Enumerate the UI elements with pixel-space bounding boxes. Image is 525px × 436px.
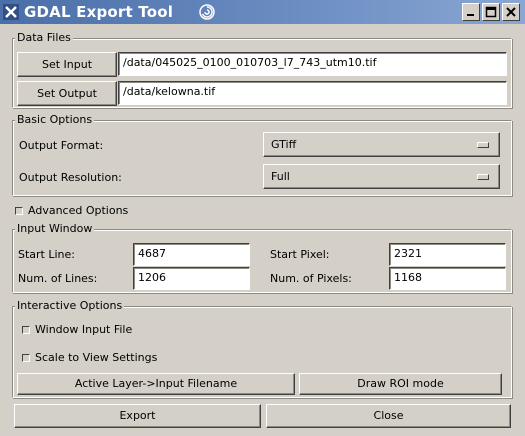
num-lines-label: Num. of Lines: — [18, 272, 98, 285]
export-label: Export — [119, 409, 156, 422]
data-files-title: Data Files — [15, 31, 73, 44]
draw-roi-label: Draw ROI mode — [357, 377, 444, 390]
num-lines-field[interactable]: 1206 — [133, 267, 250, 290]
maximize-button[interactable] — [482, 3, 500, 21]
option-menu-indicator-icon — [477, 174, 489, 180]
output-resolution-label: Output Resolution: — [19, 171, 122, 184]
minimize-icon — [467, 14, 474, 16]
x-window-icon[interactable] — [3, 4, 19, 20]
scale-to-view-label[interactable]: Scale to View Settings — [35, 351, 157, 364]
advanced-options-label[interactable]: Advanced Options — [28, 204, 128, 217]
window-title: GDAL Export Tool — [24, 3, 174, 21]
advanced-options-checkbox[interactable] — [15, 207, 23, 215]
active-layer-button[interactable]: Active Layer->Input Filename — [17, 373, 295, 395]
start-pixel-field[interactable]: 2321 — [389, 243, 506, 266]
output-format-label: Output Format: — [19, 139, 104, 152]
start-line-field[interactable]: 4687 — [133, 243, 250, 266]
close-icon — [506, 7, 516, 17]
option-menu-indicator-icon — [477, 142, 489, 148]
basic-options-title: Basic Options — [15, 113, 95, 126]
set-input-button[interactable]: Set Input — [17, 52, 117, 77]
output-format-value: GTiff — [271, 138, 297, 151]
swirl-icon — [199, 4, 215, 20]
input-file-field[interactable]: /data/045025_0100_010703_l7_743_utm10.ti… — [118, 52, 507, 76]
start-pixel-label: Start Pixel: — [270, 248, 330, 261]
close-label: Close — [373, 409, 404, 422]
window-input-file-checkbox[interactable] — [22, 326, 30, 334]
title-bar[interactable]: GDAL Export Tool — [0, 0, 525, 24]
export-button[interactable]: Export — [14, 404, 261, 428]
close-window-button[interactable] — [502, 3, 520, 21]
output-resolution-select[interactable]: Full — [263, 164, 500, 189]
set-output-label: Set Output — [37, 87, 97, 100]
maximize-icon — [485, 6, 497, 18]
minimize-button[interactable] — [462, 3, 480, 21]
scale-to-view-checkbox[interactable] — [22, 354, 30, 362]
close-button[interactable]: Close — [266, 404, 511, 428]
active-layer-label: Active Layer->Input Filename — [74, 377, 238, 390]
num-pixels-field[interactable]: 1168 — [389, 267, 506, 290]
set-output-button[interactable]: Set Output — [17, 81, 117, 106]
draw-roi-button[interactable]: Draw ROI mode — [299, 373, 502, 395]
interactive-options-title: Interactive Options — [15, 299, 125, 312]
window-input-file-label[interactable]: Window Input File — [35, 323, 132, 336]
output-resolution-value: Full — [271, 170, 290, 183]
output-format-select[interactable]: GTiff — [263, 132, 500, 157]
set-input-label: Set Input — [41, 58, 93, 71]
start-line-label: Start Line: — [18, 248, 75, 261]
num-pixels-label: Num. of Pixels: — [270, 272, 352, 285]
output-file-field[interactable]: /data/kelowna.tif — [118, 81, 507, 105]
input-window-title: Input Window — [15, 222, 95, 235]
